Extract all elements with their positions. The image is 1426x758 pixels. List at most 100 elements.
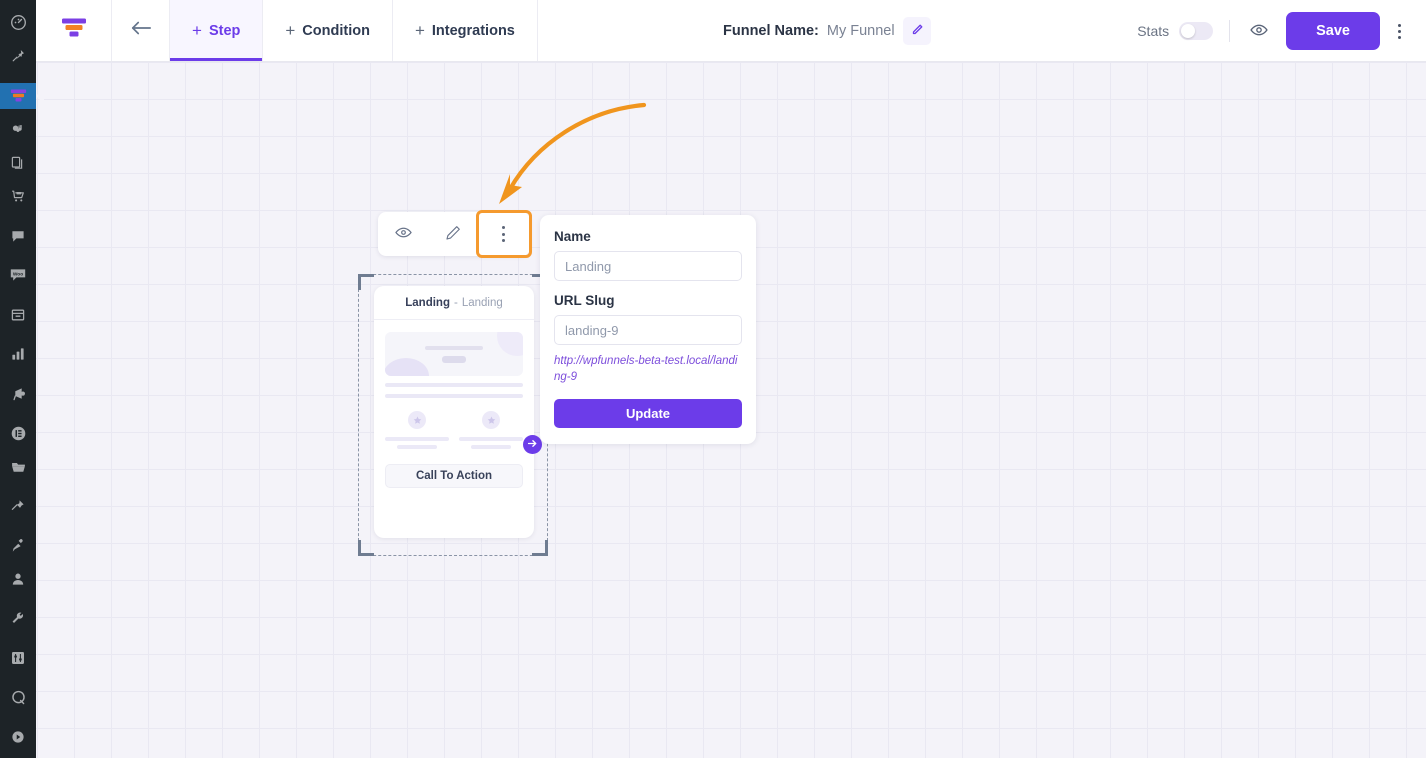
- sidebar-item-collapse-menu[interactable]: [0, 725, 36, 751]
- archive-icon: [10, 307, 26, 323]
- tab-condition[interactable]: + Condition: [263, 0, 393, 61]
- edit-funnel-name-button[interactable]: [902, 17, 931, 45]
- pencil-icon: [910, 23, 924, 40]
- back-button[interactable]: [112, 0, 170, 61]
- name-field-label: Name: [554, 229, 591, 244]
- step-options-button[interactable]: [475, 210, 533, 258]
- selection-handle-bottom-left[interactable]: [358, 540, 374, 556]
- step-card-separator: -: [453, 296, 458, 309]
- selection-handle-bottom-right[interactable]: [532, 540, 548, 556]
- sidebar-item-query-monitor[interactable]: [0, 685, 36, 711]
- funnel-name-label: Funnel Name:: [723, 23, 819, 39]
- stats-toggle[interactable]: [1179, 22, 1214, 40]
- preview-hero-line: [425, 345, 483, 350]
- collapse-icon: [10, 729, 26, 745]
- sidebar-item-analytics[interactable]: [0, 342, 36, 368]
- stats-label: Stats: [1137, 23, 1170, 39]
- sidebar-item-pages[interactable]: [0, 150, 36, 176]
- sidebar-item-orders[interactable]: [0, 302, 36, 328]
- kebab-dot: [1397, 23, 1401, 27]
- preview-hero-chip: [442, 355, 466, 363]
- kebab-dot: [1397, 29, 1401, 33]
- step-card-landing[interactable]: Landing - Landing Call To Action: [374, 286, 534, 538]
- preview-funnel-button[interactable]: [1246, 18, 1272, 44]
- settings-icon: [10, 650, 26, 666]
- sidebar-item-tools[interactable]: [0, 606, 36, 632]
- pin2-icon: [10, 498, 26, 514]
- media-icon: [10, 121, 26, 137]
- step-hover-toolbar: [378, 210, 533, 258]
- edit-step-button[interactable]: [428, 212, 478, 256]
- plus-icon: +: [414, 21, 425, 40]
- sidebar-item-products[interactable]: Woo: [0, 263, 36, 289]
- preview-hero-block: [385, 332, 523, 376]
- save-button[interactable]: Save: [1286, 12, 1380, 50]
- tab-integrations-label: Integrations: [431, 22, 515, 39]
- wrench-icon: [10, 611, 26, 627]
- comments-icon: [10, 228, 26, 244]
- elementor-icon: [10, 425, 27, 442]
- selection-handle-top-left[interactable]: [358, 274, 374, 290]
- sidebar-item-woocommerce[interactable]: [0, 184, 36, 210]
- sidebar-item-elementor[interactable]: [0, 421, 36, 447]
- toggle-knob: [1181, 24, 1196, 38]
- sidebar-item-dashboard[interactable]: [0, 10, 36, 36]
- slug-input[interactable]: [554, 315, 742, 345]
- main-area: + Step + Condition + Integrations Funnel…: [36, 0, 1426, 758]
- name-input[interactable]: [554, 251, 742, 281]
- step-card-title: Landing: [405, 296, 450, 309]
- dashboard-icon: [10, 14, 27, 31]
- sidebar-item-media[interactable]: [0, 117, 36, 143]
- tab-step-label: Step: [208, 22, 241, 39]
- pencil-icon: [444, 224, 462, 245]
- star-icon: [408, 411, 426, 429]
- update-button[interactable]: Update: [554, 399, 742, 429]
- kebab-dot: [1397, 35, 1401, 39]
- preview-feature-line: [385, 437, 449, 441]
- plus-icon: +: [192, 21, 202, 40]
- sidebar-item-templates[interactable]: [0, 454, 36, 480]
- tab-condition-label: Condition: [302, 22, 370, 39]
- step-card-subtitle: Landing: [461, 296, 503, 309]
- preview-cta-button[interactable]: Call To Action: [385, 464, 523, 488]
- plus-icon: +: [285, 21, 296, 40]
- tab-integrations[interactable]: + Integrations: [393, 0, 538, 61]
- preview-text-bar: [385, 394, 523, 398]
- cart-icon: [10, 188, 27, 204]
- preview-feature-line: [459, 437, 523, 441]
- sidebar-item-settings[interactable]: [0, 646, 36, 672]
- sidebar-item-marketing[interactable]: [0, 381, 36, 407]
- add-next-step-connector[interactable]: [523, 435, 542, 454]
- folder-icon: [10, 459, 27, 475]
- sidebar-item-posts[interactable]: [0, 44, 36, 70]
- kebab-dot: [502, 226, 506, 229]
- preview-step-button[interactable]: [378, 212, 428, 256]
- slug-field-label: URL Slug: [554, 293, 615, 308]
- url-preview-link[interactable]: http://wpfunnels-beta-test.local/landing…: [554, 354, 742, 385]
- pin-icon: [10, 48, 26, 64]
- step-settings-panel: Name URL Slug http://wpfunnels-beta-test…: [540, 215, 756, 445]
- sidebar-item-appearance[interactable]: [0, 494, 36, 520]
- funnel-canvas[interactable]: Landing - Landing Call To Action Name La…: [36, 62, 1426, 758]
- sidebar-item-wpfunnels[interactable]: [0, 83, 36, 109]
- preview-feature-line: [397, 445, 437, 449]
- arrow-left-icon: [130, 19, 152, 42]
- sidebar-item-comments[interactable]: [0, 223, 36, 249]
- star-icon: [482, 411, 500, 429]
- q-icon: [10, 689, 27, 706]
- wpfunnels-brand[interactable]: [36, 0, 112, 61]
- arrow-right-circle-icon: [527, 436, 538, 454]
- plugin-icon: [10, 538, 26, 554]
- sidebar-item-plugins[interactable]: [0, 533, 36, 559]
- app-root: Woo + Step + Condition + Integrations Fu…: [0, 0, 1426, 758]
- wpfunnels-logo-icon: [59, 15, 89, 46]
- toolbar-more-button[interactable]: [1384, 14, 1414, 48]
- sidebar-item-users[interactable]: [0, 567, 36, 593]
- funnel-name-group: Funnel Name: My Funnel: [723, 0, 931, 62]
- funnel-builder-toolbar: + Step + Condition + Integrations Funnel…: [36, 0, 1426, 62]
- kebab-dot: [502, 232, 506, 236]
- eye-icon: [394, 223, 413, 245]
- eye-icon: [1249, 20, 1269, 43]
- funnel-name-value: My Funnel: [826, 23, 895, 39]
- tab-step[interactable]: + Step: [170, 0, 264, 61]
